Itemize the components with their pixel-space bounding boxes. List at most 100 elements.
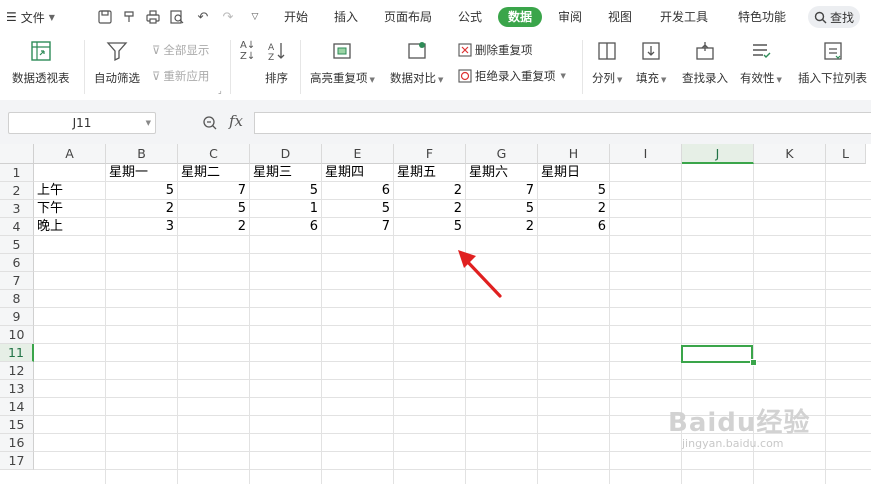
tab-formula[interactable]: 公式	[458, 8, 482, 26]
chevron-down-icon[interactable]: ▼	[146, 113, 151, 133]
tab-insert[interactable]: 插入	[334, 8, 358, 26]
cell-header-e1[interactable]: 星期四	[325, 164, 364, 182]
cell-d2[interactable]: 5	[250, 182, 318, 200]
tab-view[interactable]: 视图	[608, 8, 632, 26]
show-all-button[interactable]: ⊽ 全部显示	[152, 42, 209, 58]
cell-c3[interactable]: 5	[178, 200, 246, 218]
row-header-13[interactable]: 13	[0, 380, 34, 398]
column-header-j[interactable]: J	[682, 144, 754, 164]
row-header-12[interactable]: 12	[0, 362, 34, 380]
undo-icon[interactable]: ↶	[194, 8, 212, 26]
row-header-3[interactable]: 3	[0, 200, 34, 218]
tab-data[interactable]: 数据	[498, 7, 543, 27]
cell-g2[interactable]: 7	[466, 182, 534, 200]
format-painter-icon[interactable]	[120, 8, 138, 26]
tab-home[interactable]: 开始	[284, 8, 308, 26]
file-menu-button[interactable]: ☰ 文件 ▼	[6, 8, 55, 26]
cell-d3[interactable]: 1	[250, 200, 318, 218]
search-button[interactable]: 查找	[808, 6, 861, 28]
split-column-button[interactable]: 分列 ▼	[592, 40, 622, 86]
cell-h2[interactable]: 5	[538, 182, 606, 200]
row-header-11[interactable]: 11	[0, 344, 34, 362]
zoom-icon[interactable]	[202, 115, 218, 131]
cell-header-b1[interactable]: 星期一	[109, 164, 148, 182]
validity-button[interactable]: 有效性 ▼	[740, 40, 782, 86]
column-header-f[interactable]: F	[394, 144, 466, 164]
active-cell-j11[interactable]	[681, 345, 753, 363]
column-header-c[interactable]: C	[178, 144, 250, 164]
find-entry-button[interactable]: 查找录入	[682, 40, 728, 86]
row-header-10[interactable]: 10	[0, 326, 34, 344]
name-box[interactable]: J11 ▼	[8, 112, 156, 134]
auto-filter-button[interactable]: 自动筛选	[94, 40, 140, 86]
cell-f4[interactable]: 5	[394, 218, 462, 236]
cell-f2[interactable]: 2	[394, 182, 462, 200]
cell-header-d1[interactable]: 星期三	[253, 164, 292, 182]
cell-g4[interactable]: 2	[466, 218, 534, 236]
cell-e4[interactable]: 7	[322, 218, 390, 236]
insert-dropdown-list-button[interactable]: 插入下拉列表	[798, 40, 867, 86]
insert-function-button[interactable]: fx	[229, 112, 243, 130]
cell-b2[interactable]: 5	[106, 182, 174, 200]
cell-c2[interactable]: 7	[178, 182, 246, 200]
save-icon[interactable]	[96, 8, 114, 26]
tab-review[interactable]: 审阅	[558, 8, 582, 26]
dialog-launcher-icon[interactable]: ⌟	[218, 86, 222, 95]
data-compare-button[interactable]: 数据对比 ▼	[390, 40, 443, 86]
print-icon[interactable]	[144, 8, 162, 26]
row-header-2[interactable]: 2	[0, 182, 34, 200]
redo-icon[interactable]: ↷	[219, 8, 237, 26]
print-preview-icon[interactable]	[168, 8, 186, 26]
row-header-8[interactable]: 8	[0, 290, 34, 308]
cell-header-f1[interactable]: 星期五	[397, 164, 436, 182]
row-header-16[interactable]: 16	[0, 434, 34, 452]
sort-ascending-icon[interactable]: A↓ Z↓	[240, 40, 255, 62]
delete-duplicates-button[interactable]: 删除重复项	[458, 42, 533, 58]
row-header-17[interactable]: 17	[0, 452, 34, 470]
cell-a3[interactable]: 下午	[37, 200, 63, 218]
column-header-i[interactable]: I	[610, 144, 682, 164]
more-chevron-icon[interactable]: ▽	[246, 8, 264, 26]
column-header-e[interactable]: E	[322, 144, 394, 164]
cell-g3[interactable]: 5	[466, 200, 534, 218]
cell-h3[interactable]: 2	[538, 200, 606, 218]
cell-b3[interactable]: 2	[106, 200, 174, 218]
pivot-table-button[interactable]: 数据透视表	[12, 40, 70, 86]
cell-header-c1[interactable]: 星期二	[181, 164, 220, 182]
tab-special-features[interactable]: 特色功能	[738, 8, 786, 26]
row-header-6[interactable]: 6	[0, 254, 34, 272]
cell-h4[interactable]: 6	[538, 218, 606, 236]
fill-handle[interactable]	[750, 359, 757, 366]
formula-input[interactable]	[254, 112, 871, 134]
tab-page-layout[interactable]: 页面布局	[384, 8, 432, 26]
cell-a2[interactable]: 上午	[37, 182, 63, 200]
row-header-5[interactable]: 5	[0, 236, 34, 254]
reject-duplicates-button[interactable]: 拒绝录入重复项 ▼	[458, 68, 566, 84]
cell-d4[interactable]: 6	[250, 218, 318, 236]
fill-button[interactable]: 填充 ▼	[636, 40, 666, 86]
highlight-duplicates-button[interactable]: 高亮重复项 ▼	[310, 40, 375, 86]
row-header-1[interactable]: 1	[0, 164, 34, 182]
row-header-7[interactable]: 7	[0, 272, 34, 290]
reapply-button[interactable]: ⊽ 重新应用	[152, 68, 209, 84]
row-header-9[interactable]: 9	[0, 308, 34, 326]
cell-e2[interactable]: 6	[322, 182, 390, 200]
sort-button[interactable]: AZ 排序	[265, 40, 288, 86]
cell-header-g1[interactable]: 星期六	[469, 164, 508, 182]
row-header-15[interactable]: 15	[0, 416, 34, 434]
cell-a4[interactable]: 晚上	[37, 218, 63, 236]
tab-developer[interactable]: 开发工具	[660, 8, 708, 26]
cell-header-h1[interactable]: 星期日	[541, 164, 580, 182]
column-header-b[interactable]: B	[106, 144, 178, 164]
column-header-k[interactable]: K	[754, 144, 826, 164]
column-header-d[interactable]: D	[250, 144, 322, 164]
column-header-a[interactable]: A	[34, 144, 106, 164]
cell-c4[interactable]: 2	[178, 218, 246, 236]
column-header-g[interactable]: G	[466, 144, 538, 164]
cell-b4[interactable]: 3	[106, 218, 174, 236]
cell-e3[interactable]: 5	[322, 200, 390, 218]
column-header-l[interactable]: L	[826, 144, 866, 164]
row-header-14[interactable]: 14	[0, 398, 34, 416]
select-all-corner[interactable]	[0, 144, 34, 164]
cell-f3[interactable]: 2	[394, 200, 462, 218]
